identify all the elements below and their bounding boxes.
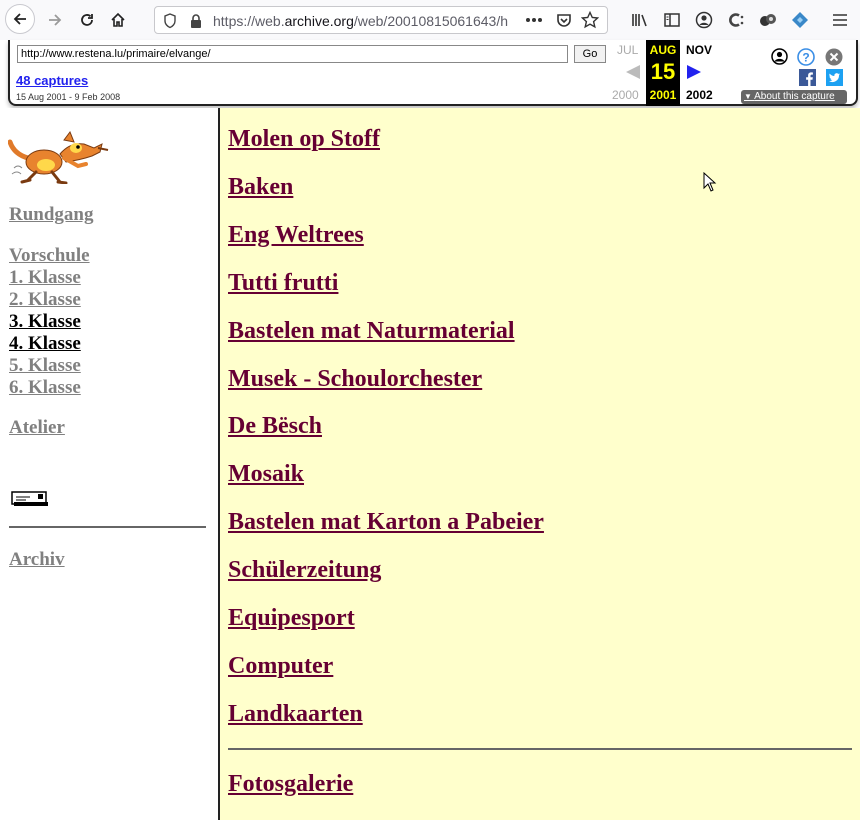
sidebar-link-klasse-6[interactable]: 6. Klasse <box>9 377 81 399</box>
main-link-bastelen-karton[interactable]: Bastelen mat Karton a Pabeier <box>228 509 544 536</box>
main-separator <box>228 748 852 750</box>
next-year-label[interactable]: 2002 <box>686 88 713 102</box>
twitter-icon[interactable] <box>826 69 843 91</box>
prev-capture-arrow-icon[interactable] <box>625 64 641 85</box>
sidebar-separator <box>9 526 206 528</box>
main-link-landkaarten[interactable]: Landkaarten <box>228 701 363 728</box>
main-link-equipesport[interactable]: Equipesport <box>228 605 355 632</box>
back-button[interactable] <box>5 4 35 34</box>
current-year-label: 2001 <box>649 88 677 102</box>
user-icon[interactable] <box>771 48 788 70</box>
forward-button[interactable] <box>40 5 70 35</box>
menu-icon[interactable] <box>830 10 850 30</box>
main-link-mosaik[interactable]: Mosaik <box>228 461 304 488</box>
extension-circles-icon[interactable] <box>758 10 778 30</box>
main-link-computer[interactable]: Computer <box>228 653 333 680</box>
url-text: https://web.archive.org/web/200108150616… <box>213 13 509 29</box>
main-link-de-besch[interactable]: De Bësch <box>228 413 322 440</box>
more-actions-icon[interactable] <box>524 10 544 30</box>
main-link-tutti-frutti[interactable]: Tutti frutti <box>228 270 338 297</box>
account-icon[interactable] <box>694 10 714 30</box>
home-icon <box>111 12 125 27</box>
next-capture-arrow-icon[interactable] <box>686 64 702 85</box>
main-link-schuelerzeitung[interactable]: Schülerzeitung <box>228 557 381 584</box>
mail-icon[interactable] <box>11 490 49 512</box>
sidebar-link-klasse-1[interactable]: 1. Klasse <box>9 267 81 289</box>
capture-date-range: 15 Aug 2001 - 9 Feb 2008 <box>16 92 121 102</box>
arrow-left-icon <box>13 13 26 25</box>
next-month-label[interactable]: NOV <box>686 43 712 57</box>
home-button[interactable] <box>103 5 133 35</box>
svg-text:?: ? <box>802 51 809 65</box>
sidebar-link-klasse-2[interactable]: 2. Klasse <box>9 289 81 311</box>
captures-link[interactable]: 48 captures <box>16 73 88 88</box>
browser-toolbar: https://web.archive.org/web/200108150616… <box>0 0 860 40</box>
sidebar-toggle-icon[interactable] <box>662 10 682 30</box>
prev-month-label[interactable]: JUL <box>617 43 638 57</box>
reload-button[interactable] <box>72 5 102 35</box>
main-link-bastelen-naturmaterial[interactable]: Bastelen mat Naturmaterial <box>228 318 515 345</box>
current-month-label: AUG <box>649 43 677 57</box>
facebook-icon[interactable] <box>799 69 816 91</box>
prev-year-label[interactable]: 2000 <box>612 88 639 102</box>
extension-diamond-icon[interactable] <box>790 10 810 30</box>
sidebar-link-atelier[interactable]: Atelier <box>9 417 65 439</box>
extension-c-icon[interactable] <box>726 10 746 30</box>
arrow-right-icon <box>49 14 62 26</box>
shield-icon <box>163 13 177 33</box>
lock-icon <box>189 13 203 33</box>
reload-icon <box>81 14 93 26</box>
sidebar-link-klasse-3[interactable]: 3. Klasse <box>9 311 81 333</box>
sidebar-link-klasse-4[interactable]: 4. Klasse <box>9 333 81 355</box>
bookmark-star-icon[interactable] <box>580 10 600 30</box>
main-link-fotosgalerie[interactable]: Fotosgalerie <box>228 771 353 798</box>
about-capture-button[interactable]: ▼ About this capture <box>741 90 847 104</box>
main-link-eng-weltrees[interactable]: Eng Weltrees <box>228 222 364 249</box>
mouse-cursor-icon <box>703 171 717 197</box>
sidebar-link-rundgang[interactable]: Rundgang <box>9 204 94 226</box>
mascot-image <box>7 128 110 189</box>
pocket-icon[interactable] <box>554 10 574 30</box>
caret-down-icon: ▼ <box>744 92 755 101</box>
help-icon[interactable]: ? <box>797 48 815 71</box>
sidebar-link-archiv[interactable]: Archiv <box>9 549 65 571</box>
sidebar-link-klasse-5[interactable]: 5. Klasse <box>9 355 81 377</box>
wayback-go-button[interactable]: Go <box>574 45 606 63</box>
close-icon[interactable] <box>825 48 843 71</box>
library-icon[interactable] <box>630 10 650 30</box>
about-capture-label: About this capture <box>754 91 835 102</box>
main-link-baken[interactable]: Baken <box>228 174 293 201</box>
main-link-musek[interactable]: Musek - Schoulorchester <box>228 366 482 393</box>
wayback-url-input[interactable]: http://www.restena.lu/primaire/elvange/ <box>17 45 568 63</box>
main-link-molen-op-stoff[interactable]: Molen op Stoff <box>228 126 380 153</box>
current-day-label: 15 <box>650 59 676 84</box>
sidebar-link-vorschule[interactable]: Vorschule <box>9 245 90 267</box>
